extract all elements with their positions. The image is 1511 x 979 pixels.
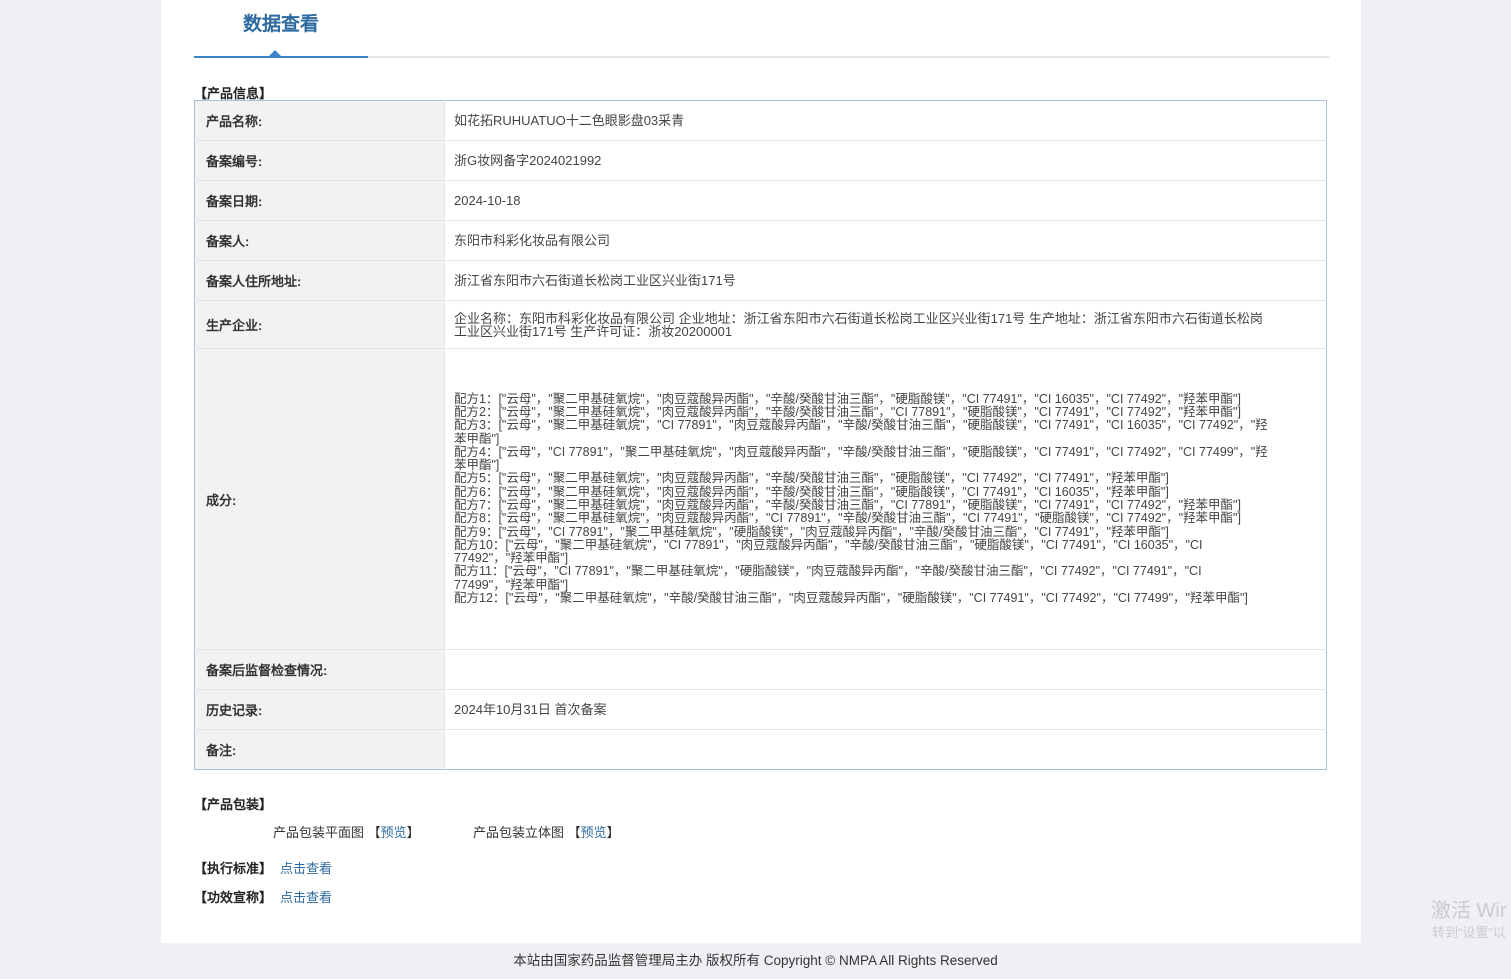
packaging-title: 【产品包装】 <box>194 797 273 812</box>
row-label: 备案后监督检查情况: <box>194 649 445 690</box>
activation-watermark: 激活 Wir <box>1431 900 1507 922</box>
preview-flat-link[interactable]: 预览 <box>381 825 407 840</box>
tab-caret-icon <box>269 50 281 56</box>
packaging-3d-label: 产品包装立体图 <box>473 825 565 840</box>
bracket: 】 <box>606 825 620 840</box>
footer-copyright: 本站由国家药品监督管理局主办 版权所有 Copyright © NMPA All… <box>513 953 998 968</box>
formula-line: 配方9：["云母"，"CI 77891"，"聚二甲基硅氧烷"，"硬脂酸镁"，"肉… <box>454 524 1169 539</box>
table-row: 备注: <box>194 729 1327 770</box>
efficacy-label: 【功效宣称】 <box>194 890 273 905</box>
table-row: 备案后监督检查情况: <box>194 649 1327 690</box>
packaging-3d: 产品包装立体图 【预览】 <box>473 822 620 841</box>
preview-3d-link[interactable]: 预览 <box>581 825 607 840</box>
efficacy-view-link[interactable]: 点击查看 <box>280 890 332 905</box>
row-value <box>444 649 1327 690</box>
efficacy-row: 【功效宣称】 点击查看 <box>194 887 332 906</box>
table-row: 备案人: 东阳市科彩化妆品有限公司 <box>194 220 1327 261</box>
table-row: 产品名称: 如花拓RUHUATUO十二色眼影盘03采青 <box>194 100 1327 141</box>
standard-row: 【执行标准】 点击查看 <box>194 858 332 877</box>
row-value: 浙G妆网备字2024021992 <box>444 140 1327 181</box>
row-value: 2024年10月31日 首次备案 <box>444 689 1327 730</box>
row-value: 东阳市科彩化妆品有限公司 <box>444 220 1327 261</box>
bracket: 【 <box>567 825 581 840</box>
table-row: 备案日期: 2024-10-18 <box>194 180 1327 221</box>
row-label: 产品名称: <box>194 100 445 141</box>
row-label: 备注: <box>194 729 445 770</box>
table-row: 生产企业: 企业名称：东阳市科彩化妆品有限公司 企业地址：浙江省东阳市六石街道长… <box>194 300 1327 349</box>
formula-line: 配方5：["云母"，"聚二甲基硅氧烷"，"肉豆蔻酸异丙酯"，"辛酸/癸酸甘油三酯… <box>454 471 1169 486</box>
formula-line: 配方6：["云母"，"聚二甲基硅氧烷"，"肉豆蔻酸异丙酯"，"辛酸/癸酸甘油三酯… <box>454 484 1169 499</box>
tab-bar: 数据查看 <box>194 0 1329 58</box>
formula-line: 配方8：["云母"，"聚二甲基硅氧烷"，"肉豆蔻酸异丙酯"，"CI 77891"… <box>454 511 1241 526</box>
table-row: 备案人住所地址: 浙江省东阳市六石街道长松岗工业区兴业街171号 <box>194 260 1327 301</box>
product-info-table: 产品名称: 如花拓RUHUATUO十二色眼影盘03采青 备案编号: 浙G妆网备字… <box>194 100 1327 770</box>
row-value: 如花拓RUHUATUO十二色眼影盘03采青 <box>444 100 1327 141</box>
formula-line: 配方3：["云母"，"聚二甲基硅氧烷"，"CI 77891"，"肉豆蔻酸异丙酯"… <box>454 418 1268 446</box>
ingredients-value: 配方1：["云母"，"聚二甲基硅氧烷"，"肉豆蔻酸异丙酯"，"辛酸/癸酸甘油三酯… <box>444 348 1327 650</box>
standard-view-link[interactable]: 点击查看 <box>280 861 332 876</box>
standard-label: 【执行标准】 <box>194 861 273 876</box>
row-label: 备案编号: <box>194 140 445 181</box>
formula-line: 配方4：["云母"，"CI 77891"，"聚二甲基硅氧烷"，"肉豆蔻酸异丙酯"… <box>454 444 1268 473</box>
row-label: 生产企业: <box>194 300 445 349</box>
table-row: 历史记录: 2024年10月31日 首次备案 <box>194 689 1327 730</box>
table-row: 成分: 配方1：["云母"，"聚二甲基硅氧烷"，"肉豆蔻酸异丙酯"，"辛酸/癸酸… <box>194 348 1327 650</box>
packaging-flat: 产品包装平面图 【预览】 <box>273 822 420 841</box>
packaging-flat-label: 产品包装平面图 <box>273 825 365 840</box>
row-value: 浙江省东阳市六石街道长松岗工业区兴业街171号 <box>444 260 1327 301</box>
bracket: 【 <box>367 825 381 840</box>
row-value: 2024-10-18 <box>444 180 1327 221</box>
row-label: 备案人: <box>194 220 445 261</box>
row-label: 备案日期: <box>194 180 445 221</box>
row-label: 备案人住所地址: <box>194 260 445 301</box>
row-value <box>445 730 1327 770</box>
table-row: 备案编号: 浙G妆网备字2024021992 <box>194 140 1327 181</box>
main-content: 数据查看 【产品信息】 产品名称: 如花拓RUHUATUO十二色眼影盘03采青 … <box>161 0 1361 943</box>
formula-line: 配方11：["云母"，"CI 77891"，"聚二甲基硅氧烷"，"硬脂酸镁"，"… <box>454 564 1202 592</box>
formula-line: 配方12：["云母"，"聚二甲基硅氧烷"，"辛酸/癸酸甘油三酯"，"肉豆蔻酸异丙… <box>454 591 1248 606</box>
tab-active-underline <box>194 56 368 58</box>
formula-line: 配方1：["云母"，"聚二甲基硅氧烷"，"肉豆蔻酸异丙酯"，"辛酸/癸酸甘油三酯… <box>454 391 1241 406</box>
row-value: 企业名称：东阳市科彩化妆品有限公司 企业地址：浙江省东阳市六石街道长松岗工业区兴… <box>444 300 1327 349</box>
bracket: 】 <box>406 825 420 840</box>
activation-watermark-sub: 转到“设置”以 <box>1432 925 1506 940</box>
tab-data-view[interactable]: 数据查看 <box>194 10 368 56</box>
row-label: 成分: <box>194 348 445 650</box>
row-label: 历史记录: <box>194 689 445 730</box>
formula-line: 配方10：["云母"，"聚二甲基硅氧烷"，"CI 77891"，"肉豆蔻酸异丙酯… <box>454 537 1203 566</box>
